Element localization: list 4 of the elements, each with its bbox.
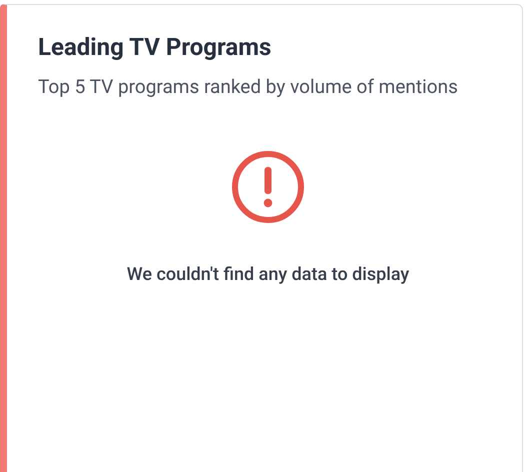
- alert-icon: [231, 150, 305, 224]
- card-title: Leading TV Programs: [38, 33, 272, 61]
- empty-message: We couldn't find any data to display: [126, 264, 410, 285]
- card-subtitle: Top 5 TV programs ranked by volume of mentions: [38, 75, 459, 100]
